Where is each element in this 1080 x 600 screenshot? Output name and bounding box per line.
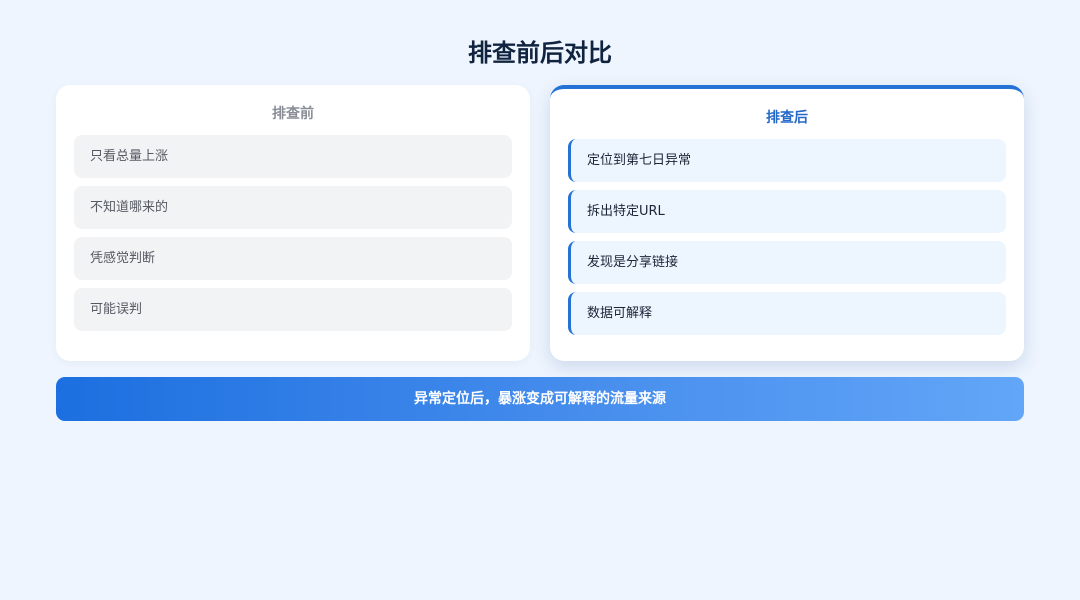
after-item: 定位到第七日异常 (568, 139, 1006, 182)
after-item: 数据可解释 (568, 292, 1006, 335)
after-item: 发现是分享链接 (568, 241, 1006, 284)
before-item: 只看总量上涨 (74, 135, 512, 178)
before-heading: 排查前 (272, 106, 314, 122)
page-title: 排查前后对比 (468, 39, 612, 67)
after-heading: 排查后 (766, 110, 808, 126)
after-item: 拆出特定URL (568, 190, 1006, 233)
before-item: 可能误判 (74, 288, 512, 331)
before-item: 凭感觉判断 (74, 237, 512, 280)
conclusion-banner: 异常定位后，暴涨变成可解释的流量来源 (56, 377, 1024, 421)
comparison-page: 排查前后对比 排查前 只看总量上涨 不知道哪来的 凭感觉判断 可能误判 排查后 … (0, 0, 1080, 600)
after-card: 排查后 定位到第七日异常 拆出特定URL 发现是分享链接 数据可解释 (550, 85, 1024, 361)
before-card: 排查前 只看总量上涨 不知道哪来的 凭感觉判断 可能误判 (56, 85, 530, 361)
before-item: 不知道哪来的 (74, 186, 512, 229)
